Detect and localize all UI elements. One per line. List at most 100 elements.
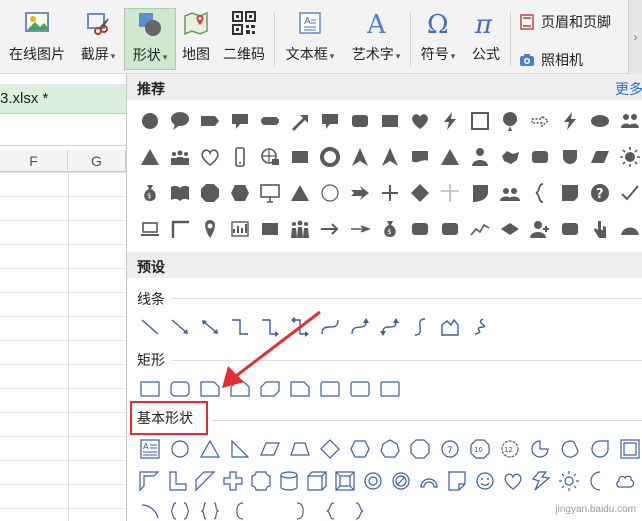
shape-option[interactable]: [555, 434, 585, 464]
shape-option[interactable]: [247, 466, 275, 496]
shape-option[interactable]: [285, 312, 315, 342]
shape-option[interactable]: [615, 178, 642, 208]
shape-option[interactable]: [345, 496, 375, 521]
shape-option[interactable]: [331, 466, 359, 496]
shape-option[interactable]: [255, 142, 285, 172]
shape-option[interactable]: [315, 178, 345, 208]
shape-option[interactable]: [135, 312, 165, 342]
wordart-button[interactable]: A 艺术字 ▾: [345, 8, 407, 70]
shape-option[interactable]: [225, 142, 255, 172]
header-footer-button[interactable]: 页眉和页脚: [519, 12, 611, 32]
shape-option[interactable]: [195, 178, 225, 208]
online-image-button[interactable]: 在线图片: [4, 8, 70, 70]
shape-option[interactable]: [585, 142, 615, 172]
shape-option[interactable]: [525, 434, 555, 464]
shape-option[interactable]: [191, 466, 219, 496]
formula-button[interactable]: π 公式: [466, 8, 506, 70]
shape-option[interactable]: [195, 214, 225, 244]
shape-option[interactable]: [195, 496, 225, 521]
shape-option[interactable]: [285, 214, 315, 244]
shape-option[interactable]: [135, 374, 165, 404]
shape-option[interactable]: [255, 434, 285, 464]
shape-option[interactable]: A: [135, 434, 165, 464]
shape-option[interactable]: [499, 466, 527, 496]
shape-option[interactable]: [495, 142, 525, 172]
shape-option[interactable]: [315, 214, 345, 244]
shape-option[interactable]: [405, 106, 435, 136]
shape-option[interactable]: [525, 106, 555, 136]
shape-option[interactable]: [255, 178, 285, 208]
shape-option[interactable]: [525, 214, 555, 244]
shape-option[interactable]: [465, 142, 495, 172]
shape-option[interactable]: [165, 312, 195, 342]
shape-option[interactable]: [255, 496, 285, 521]
shape-option[interactable]: [555, 142, 585, 172]
shape-option[interactable]: [285, 434, 315, 464]
shape-option[interactable]: [315, 106, 345, 136]
shape-option[interactable]: [315, 374, 345, 404]
symbol-button[interactable]: Ω 符号 ▾: [414, 8, 462, 70]
shape-option[interactable]: [275, 466, 303, 496]
shape-option[interactable]: [405, 178, 435, 208]
shape-option[interactable]: [285, 142, 315, 172]
shape-option[interactable]: [225, 496, 255, 521]
shape-option[interactable]: [163, 466, 191, 496]
formula-bar[interactable]: [0, 116, 126, 146]
shape-option[interactable]: [225, 178, 255, 208]
screenshot-button[interactable]: 截屏 ▾: [74, 8, 122, 70]
map-button[interactable]: 地图: [178, 8, 214, 70]
shape-option[interactable]: [465, 178, 495, 208]
shape-option[interactable]: [527, 466, 555, 496]
shape-option[interactable]: [465, 214, 495, 244]
shape-option[interactable]: [387, 466, 415, 496]
shape-option[interactable]: [615, 214, 642, 244]
shape-option[interactable]: [225, 374, 255, 404]
column-header-f[interactable]: F: [0, 150, 68, 172]
shape-option[interactable]: [255, 374, 285, 404]
shape-option[interactable]: [615, 106, 642, 136]
shape-option[interactable]: [555, 178, 585, 208]
shape-option[interactable]: [345, 142, 375, 172]
shape-option[interactable]: [443, 466, 471, 496]
shape-option[interactable]: [195, 142, 225, 172]
shape-option[interactable]: [525, 142, 555, 172]
shape-option[interactable]: [315, 312, 345, 342]
shape-option[interactable]: [525, 178, 555, 208]
shape-option[interactable]: [165, 106, 195, 136]
shape-option[interactable]: [165, 214, 195, 244]
shape-option[interactable]: [555, 466, 583, 496]
shape-option[interactable]: [345, 312, 375, 342]
shape-option[interactable]: [435, 214, 465, 244]
shape-option[interactable]: [495, 178, 525, 208]
shape-option[interactable]: [165, 178, 195, 208]
shape-option[interactable]: [195, 106, 225, 136]
shape-option[interactable]: [611, 466, 639, 496]
shape-option[interactable]: [471, 466, 499, 496]
shape-option[interactable]: [435, 142, 465, 172]
shape-option[interactable]: [225, 312, 255, 342]
shape-option[interactable]: [583, 466, 611, 496]
shape-option[interactable]: [225, 106, 255, 136]
shape-option[interactable]: [165, 374, 195, 404]
shape-option[interactable]: [345, 106, 375, 136]
textbox-button[interactable]: A 文本框 ▾: [280, 8, 340, 70]
column-header-g[interactable]: G: [68, 150, 126, 172]
shape-option[interactable]: [345, 374, 375, 404]
shape-option[interactable]: [615, 434, 642, 464]
ribbon-scroll-right[interactable]: ›: [628, 0, 642, 74]
shape-option[interactable]: [135, 214, 165, 244]
shape-option[interactable]: [495, 106, 525, 136]
shape-option[interactable]: [435, 178, 465, 208]
shape-option[interactable]: [345, 214, 375, 244]
file-tab[interactable]: 3.xlsx *: [0, 84, 126, 114]
shape-option[interactable]: [285, 106, 315, 136]
qrcode-button[interactable]: 二维码: [220, 8, 268, 70]
shapes-button[interactable]: 形状 ▾: [124, 8, 176, 70]
shape-option[interactable]: [225, 434, 255, 464]
shape-option[interactable]: [375, 178, 405, 208]
shape-option[interactable]: [585, 214, 615, 244]
shape-option[interactable]: [315, 496, 345, 521]
shape-option[interactable]: $: [375, 214, 405, 244]
shape-option[interactable]: [585, 434, 615, 464]
shape-option[interactable]: 12: [495, 434, 525, 464]
